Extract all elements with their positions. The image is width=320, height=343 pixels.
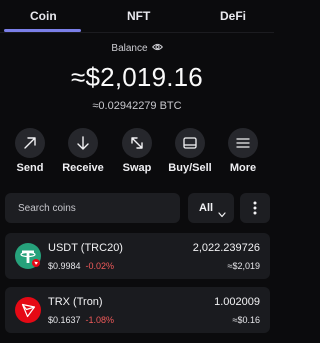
balance-label: Balance [111,43,148,55]
filter-value: All [199,202,214,214]
send-label: Send [16,162,44,174]
balance-btc: ≈0.02942279 BTC [92,100,182,112]
swap-label: Swap [122,162,152,174]
buy-sell-button[interactable]: Buy/Sell [167,128,213,174]
coin-amount: 2,022.239726 [192,242,260,254]
receive-label: Receive [62,162,104,174]
filter-dropdown[interactable]: All [188,193,234,223]
coin-change: -1.08% [85,315,115,325]
tab-bar: Coin NFT DeFi [0,0,274,32]
more-label: More [229,162,257,174]
coin-price: $0.9984 [48,261,81,271]
arrow-down-icon [68,128,98,158]
tab-coin[interactable]: Coin [30,9,57,23]
menu-icon [228,128,258,158]
balance-label-row: Balance [0,43,274,54]
kebab-menu-icon [253,201,257,215]
coin-row-trx[interactable]: TRX (Tron) $0.1637 -1.08% 1.002009 ≈$0.16 [5,287,270,333]
coin-fiat-value: ≈$2,019 [227,261,260,271]
send-button[interactable]: Send [7,128,53,174]
tab-nft[interactable]: NFT [127,9,150,23]
coin-price-row: $0.9984 -0.02% [48,261,114,271]
coin-change: -0.02% [85,261,115,271]
balance-value: ≈$2,019.16 [71,62,203,92]
buy-sell-label: Buy/Sell [168,162,212,174]
tron-icon [15,297,41,323]
receive-button[interactable]: Receive [60,128,106,174]
kebab-menu-button[interactable] [240,193,270,223]
more-button[interactable]: More [220,128,266,174]
usdt-icon [15,243,41,269]
coin-name: USDT (TRC20) [48,242,123,254]
arrow-up-right-icon [15,128,45,158]
swap-button[interactable]: Swap [114,128,160,174]
chevron-down-icon [218,205,226,223]
coin-name: TRX (Tron) [48,296,103,308]
eye-icon[interactable] [151,43,163,54]
coin-row-usdt[interactable]: USDT (TRC20) $0.9984 -0.02% 2,022.239726 … [5,233,270,279]
coin-price: $0.1637 [48,315,81,325]
coin-amount: 1.002009 [214,296,260,308]
coin-price-row: $0.1637 -1.08% [48,315,114,325]
search-input[interactable]: Search coins [5,193,180,223]
search-placeholder: Search coins [18,203,76,214]
coin-fiat-value: ≈$0.16 [232,315,260,325]
tab-divider [0,32,274,33]
tab-defi[interactable]: DeFi [220,9,246,23]
swap-icon [122,128,152,158]
card-icon [175,128,205,158]
